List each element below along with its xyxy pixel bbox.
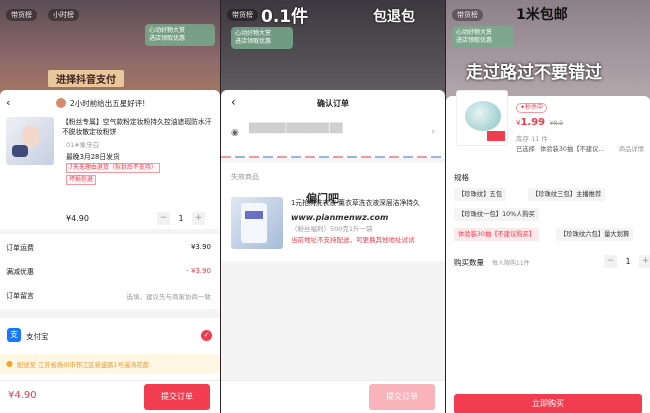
address-row[interactable]: ◉ ██████ ███████ ██ › [221,118,445,150]
promo-sub: 进店领取优惠 [456,37,493,44]
live-sign-1: 0.1件 [261,7,309,27]
note-label: 订单留言 [6,292,34,300]
discount-value: - ¥3.90 [186,267,211,275]
price-row: ¥1.99 ¥8.9 [516,117,563,128]
damage-tag: 坏损包退 [66,175,97,185]
watermark-url: www.pianmenwz.com [291,213,389,222]
chevron-right-icon: › [431,127,435,137]
sku-sheet: ✦秒杀中 ¥1.99 ¥8.9 库存 11 件 已选择 体验装30抽【不建议..… [446,90,650,413]
minus-button[interactable]: − [604,255,617,268]
address-text: 配送至 江苏省扬州市邗江区新盛路1号漫涛花都 [17,362,149,369]
page-title: 确认订单 [317,99,349,108]
location-icon: ◉ [231,128,239,138]
seckill-text: 秒杀中 [525,104,544,111]
quantity-label: 购买数量 [454,258,484,267]
submit-order-button[interactable]: 提交订单 [369,384,435,410]
delivery-warning: 当前地址不支持配送，可更换其他地址试试 [291,236,415,244]
live-sign-2: 包退包 [373,9,415,25]
alipay-icon: 支 [7,328,21,342]
payment-label: 支付宝 [26,332,49,341]
discount-label: 满减优惠 [6,268,34,276]
shipping-label: 订单运费 [6,244,34,252]
note-placeholder[interactable]: 选填，建议先与商家协商一致 [127,291,212,301]
buy-now-button[interactable]: 立即购买 [454,394,642,413]
watermark-title: 偏门吧 [306,192,339,205]
quantity-stepper: − 1 + [157,212,205,225]
promo-title: 心动好物大赏 [456,29,493,36]
spec-option[interactable]: 【珍珠纹六包】量大划算 [556,228,634,241]
chip-rank[interactable]: 带货榜 [6,9,37,21]
submit-order-button[interactable]: 提交订单 [144,384,210,410]
quantity-stepper: − 1 + [604,255,650,268]
invalid-section-label: 失效商品 [231,173,259,181]
product-title: 【粉丝专属】空气款粉定妆粉持久控油遮瑕防水汗不脱妆散定妆粉饼 [62,118,212,136]
order-panel-middle: 带货榜 0.1件 包退包 心动好物大赏 进店领取优惠 ‹ 确认订单 ◉ ████… [221,0,445,413]
detail-link[interactable]: 商品详情 [619,144,644,153]
minus-button[interactable]: − [157,212,170,225]
total-price: ¥4.90 [8,390,37,401]
live-sign: 进择抖音支付 [48,70,124,87]
spec-option[interactable]: 【珍珠纹一包】10%人购买 [454,208,539,221]
live-sign-1: 1米包邮 [516,7,568,23]
spec-option[interactable]: 【珍珠纹】五包 [454,188,507,201]
divider [0,229,220,234]
promo-card[interactable]: 心动好物大赏 进店领取优惠 [452,26,514,48]
product-price: ¥4.90 [66,214,89,223]
live-sign-2: 走过路过不要错过 [466,63,602,83]
confirm-sheet: ‹ 确认订单 ◉ ██████ ███████ ██ › 失效商品 1元抢购洗衣… [221,90,445,413]
seckill-badge: ✦秒杀中 [516,103,548,113]
sheet-header: ‹ 2小时前给出五星好评! [0,96,220,110]
spec-option[interactable]: 【珍珠纹三包】主播推荐 [528,188,606,201]
spec-option-selected[interactable]: 体验装30抽【不建议购买】 [454,228,540,241]
quantity-limit: 每人限购11件 [492,260,530,267]
product-variant: 01#象牙白 [66,141,100,149]
plus-button[interactable]: + [192,212,205,225]
review-banner: 2小时前给出五星好评! [70,99,146,108]
plus-button[interactable]: + [639,255,650,268]
chip-hour-rank[interactable]: 小时榜 [48,9,79,21]
avatar [56,98,66,108]
promo-title: 心动好物大赏 [149,27,186,34]
payment-alipay[interactable]: 支 支付宝 ✓ [0,328,220,344]
spec-label: 规格 [454,173,469,182]
sheet-header: ‹ 确认订单 [221,95,445,110]
shipping-value: ¥3.90 [190,243,211,251]
bottom-bar: 提交订单 [221,380,445,413]
quantity-value[interactable]: 1 [617,257,639,266]
divider [221,158,445,163]
promo-card[interactable]: 心动好物大赏 进店领取优惠 [145,24,215,46]
promo-sub: 进店领取优惠 [235,38,272,45]
divider [0,309,220,318]
product-image[interactable] [231,197,283,249]
product-image[interactable] [456,90,508,146]
sku-price: 1.99 [520,117,546,128]
promo-card[interactable]: 心动好物大赏 进店领取优惠 [231,27,293,49]
product-variant: （粉丝福利）500克1斤一袋 [291,225,373,233]
location-icon: ● [6,359,13,368]
order-panel-left: 带货榜 小时榜 心动好物大赏 进店领取优惠 进择抖音支付 ‹ 2小时前给出五星好… [0,0,220,413]
check-icon[interactable]: ✓ [201,330,212,341]
original-price: ¥8.9 [549,120,564,127]
quantity-value[interactable]: 1 [170,214,192,223]
back-icon[interactable]: ‹ [6,96,10,109]
buy-panel-right: 带货榜 1米包邮 心动好物大赏 进店领取优惠 走过路过不要错过 ✦秒杀中 ¥1.… [446,0,650,413]
promo-sub: 进店领取优惠 [149,35,186,42]
ship-date: 最晚3月28日发货 [66,153,120,161]
address-text: ██████ ███████ ██ [249,124,343,134]
bottom-bar: ¥4.90 提交订单 [0,380,220,413]
order-sheet: ‹ 2小时前给出五星好评! 【粉丝专属】空气款粉定妆粉持久控油遮瑕防水汗不脱妆散… [0,90,220,413]
chip-rank[interactable]: 带货榜 [227,9,258,21]
product-image[interactable] [6,117,54,165]
chip-rank[interactable]: 带货榜 [452,9,483,21]
selected-label: 已选择 [516,146,535,153]
address-bar[interactable]: ● 配送至 江苏省扬州市邗江区新盛路1号漫涛花都 [0,354,220,374]
promo-title: 心动好物大赏 [235,30,272,37]
stock: 库存 11 件 [516,135,548,143]
return-tag: 7天无理由退货（拆封后不支持） [66,163,160,173]
selected-spec: 体验装30抽【不建议... [540,146,605,153]
